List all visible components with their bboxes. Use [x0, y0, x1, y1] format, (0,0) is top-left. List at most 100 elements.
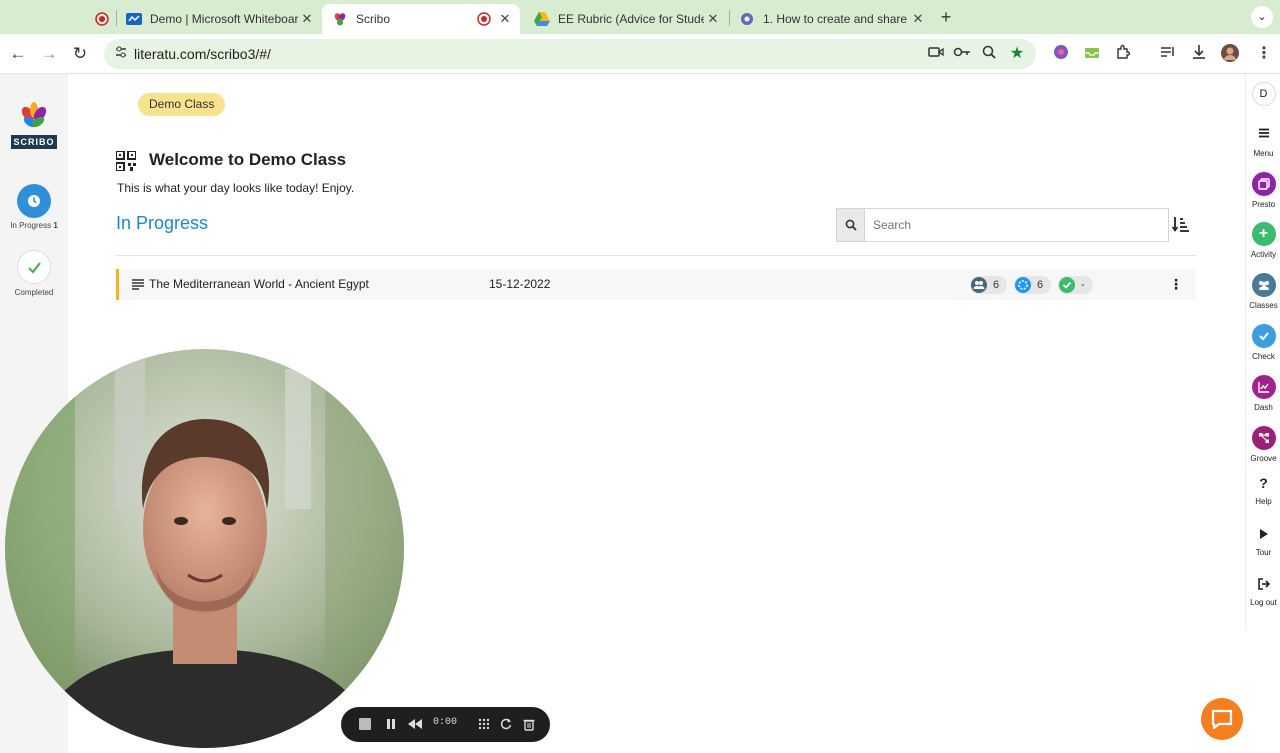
hamburger-icon — [1252, 121, 1276, 145]
site-info-icon[interactable] — [112, 45, 130, 63]
back-button[interactable]: ← — [6, 42, 30, 66]
reload-button[interactable]: ↻ — [68, 42, 92, 66]
pause-recording-button[interactable] — [382, 715, 400, 733]
nav-help[interactable]: ? Help — [1246, 471, 1280, 506]
tab-how-to-create[interactable]: 1. How to create and share a ✕ — [729, 4, 933, 34]
scribo-icon — [332, 11, 348, 27]
profile-avatar[interactable] — [1220, 44, 1240, 64]
webcam-overlay[interactable] — [5, 349, 404, 748]
download-icon[interactable] — [1189, 44, 1209, 64]
check-icon — [1251, 324, 1276, 348]
bookmark-star-icon[interactable]: ★ — [1008, 45, 1026, 63]
tab-whiteboard[interactable]: Demo | Microsoft Whiteboard ✕ — [116, 4, 322, 34]
task-more-options-icon[interactable]: ⋮ — [1169, 276, 1183, 294]
grid-dots-icon — [478, 718, 490, 730]
students-count-badge[interactable]: 6 — [970, 276, 1008, 294]
recording-time: 0:00 — [433, 717, 458, 728]
browser-menu-icon[interactable]: ⋮ — [1254, 44, 1274, 64]
check-icon — [28, 262, 41, 274]
logout-icon — [1252, 572, 1276, 596]
close-tab-icon[interactable]: ✕ — [704, 11, 722, 27]
nav-check[interactable]: Check — [1246, 324, 1280, 361]
clock-icon — [28, 195, 40, 207]
new-tab-button[interactable]: + — [936, 7, 956, 27]
close-tab-icon[interactable]: ✕ — [909, 11, 927, 27]
nav-logout[interactable]: Log out — [1246, 572, 1280, 607]
sort-icon[interactable] — [1172, 215, 1190, 233]
chat-support-button[interactable] — [1201, 698, 1243, 740]
forward-button[interactable]: → — [37, 42, 61, 66]
page-subtitle: This is what your day looks like today! … — [117, 181, 355, 195]
nav-completed-label[interactable]: Completed — [0, 288, 68, 297]
page-title: Welcome to Demo Class — [149, 150, 347, 169]
chart-icon — [1251, 375, 1276, 399]
url-text: literatu.com/scribo3/#/ — [134, 46, 271, 62]
search-input[interactable] — [865, 209, 1168, 241]
media-queue-icon[interactable] — [1158, 44, 1178, 64]
task-date: 15-12-2022 — [489, 277, 551, 291]
drive-icon — [534, 11, 550, 27]
close-tab-icon[interactable]: ✕ — [298, 11, 316, 27]
extension-inbox-icon[interactable] — [1082, 44, 1102, 64]
recorder-toolbar: 0:00 — [341, 707, 550, 742]
record-icon — [94, 11, 110, 27]
stop-recording-button[interactable] — [356, 715, 374, 733]
presto-icon — [1251, 172, 1276, 196]
restart-recording-button[interactable] — [497, 715, 515, 733]
nav-in-progress-label[interactable]: In Progress 1 — [0, 221, 68, 230]
tab-scribo[interactable]: Scribo ✕ — [322, 4, 520, 34]
address-bar[interactable]: literatu.com/scribo3/#/ ★ — [104, 39, 1036, 69]
nav-menu[interactable]: Menu — [1246, 121, 1280, 158]
browser-tab-bar: Demo | Microsoft Whiteboard ✕ Scribo ✕ E… — [0, 0, 1280, 34]
browser-toolbar: ← → ↻ literatu.com/scribo3/#/ ★ ⋮ — [0, 34, 1280, 74]
rewind-button[interactable] — [406, 715, 424, 733]
nav-presto[interactable]: Presto — [1246, 172, 1280, 209]
nav-completed-button[interactable] — [17, 250, 51, 284]
text-lines-icon — [132, 279, 144, 290]
nav-tour[interactable]: Tour — [1246, 522, 1280, 557]
search-box — [836, 208, 1169, 242]
check-icon — [1059, 277, 1075, 293]
submitted-count-badge[interactable]: 6 — [1014, 276, 1052, 294]
user-initial-avatar: D — [1251, 82, 1276, 106]
stop-icon — [359, 718, 371, 730]
nav-in-progress-button[interactable] — [17, 184, 51, 218]
chat-icon — [1211, 709, 1233, 729]
rewind-icon — [408, 719, 422, 729]
divider — [116, 255, 1196, 256]
drag-handle[interactable] — [475, 715, 493, 733]
task-row[interactable]: The Mediterranean World - Ancient Egypt … — [116, 269, 1196, 300]
logo-wordmark: SCRIBO — [11, 135, 57, 149]
nav-activity[interactable]: + Activity — [1246, 222, 1280, 259]
tab-ee-rubric[interactable]: EE Rubric (Advice for Student ✕ — [524, 4, 728, 34]
task-title[interactable]: The Mediterranean World - Ancient Egypt — [149, 277, 369, 291]
class-pill[interactable]: Demo Class — [138, 93, 226, 116]
play-icon — [1252, 522, 1276, 546]
user-avatar-button[interactable]: D — [1246, 82, 1280, 106]
nav-classes[interactable]: Classes — [1246, 273, 1280, 310]
extensions-puzzle-icon[interactable] — [1113, 44, 1133, 64]
key-icon[interactable] — [953, 45, 971, 63]
scribo-logo — [21, 102, 47, 128]
tab-recording[interactable] — [84, 4, 114, 34]
qr-code-icon[interactable] — [116, 151, 136, 171]
tab-search-button[interactable]: ⌄ — [1251, 6, 1273, 28]
extension-flower-icon[interactable] — [1051, 44, 1071, 64]
spinner-icon — [1015, 277, 1031, 293]
search-icon[interactable] — [837, 209, 865, 241]
right-sidebar: D Menu Presto + Activity Classes Check D… — [1245, 74, 1280, 629]
zoom-icon[interactable] — [980, 45, 998, 63]
nav-dash[interactable]: Dash — [1246, 375, 1280, 412]
pause-icon — [387, 719, 395, 729]
section-title: In Progress — [116, 213, 209, 233]
nav-groove[interactable]: Groove — [1246, 426, 1280, 463]
checked-count-badge[interactable]: - — [1058, 276, 1093, 294]
delete-recording-button[interactable] — [520, 715, 538, 733]
whiteboard-icon — [126, 11, 142, 27]
camera-icon[interactable] — [927, 45, 945, 63]
close-tab-icon[interactable]: ✕ — [496, 11, 514, 27]
question-icon: ? — [1259, 475, 1268, 491]
network-icon — [1251, 426, 1276, 450]
users-icon — [971, 277, 987, 293]
restart-icon — [500, 718, 512, 730]
